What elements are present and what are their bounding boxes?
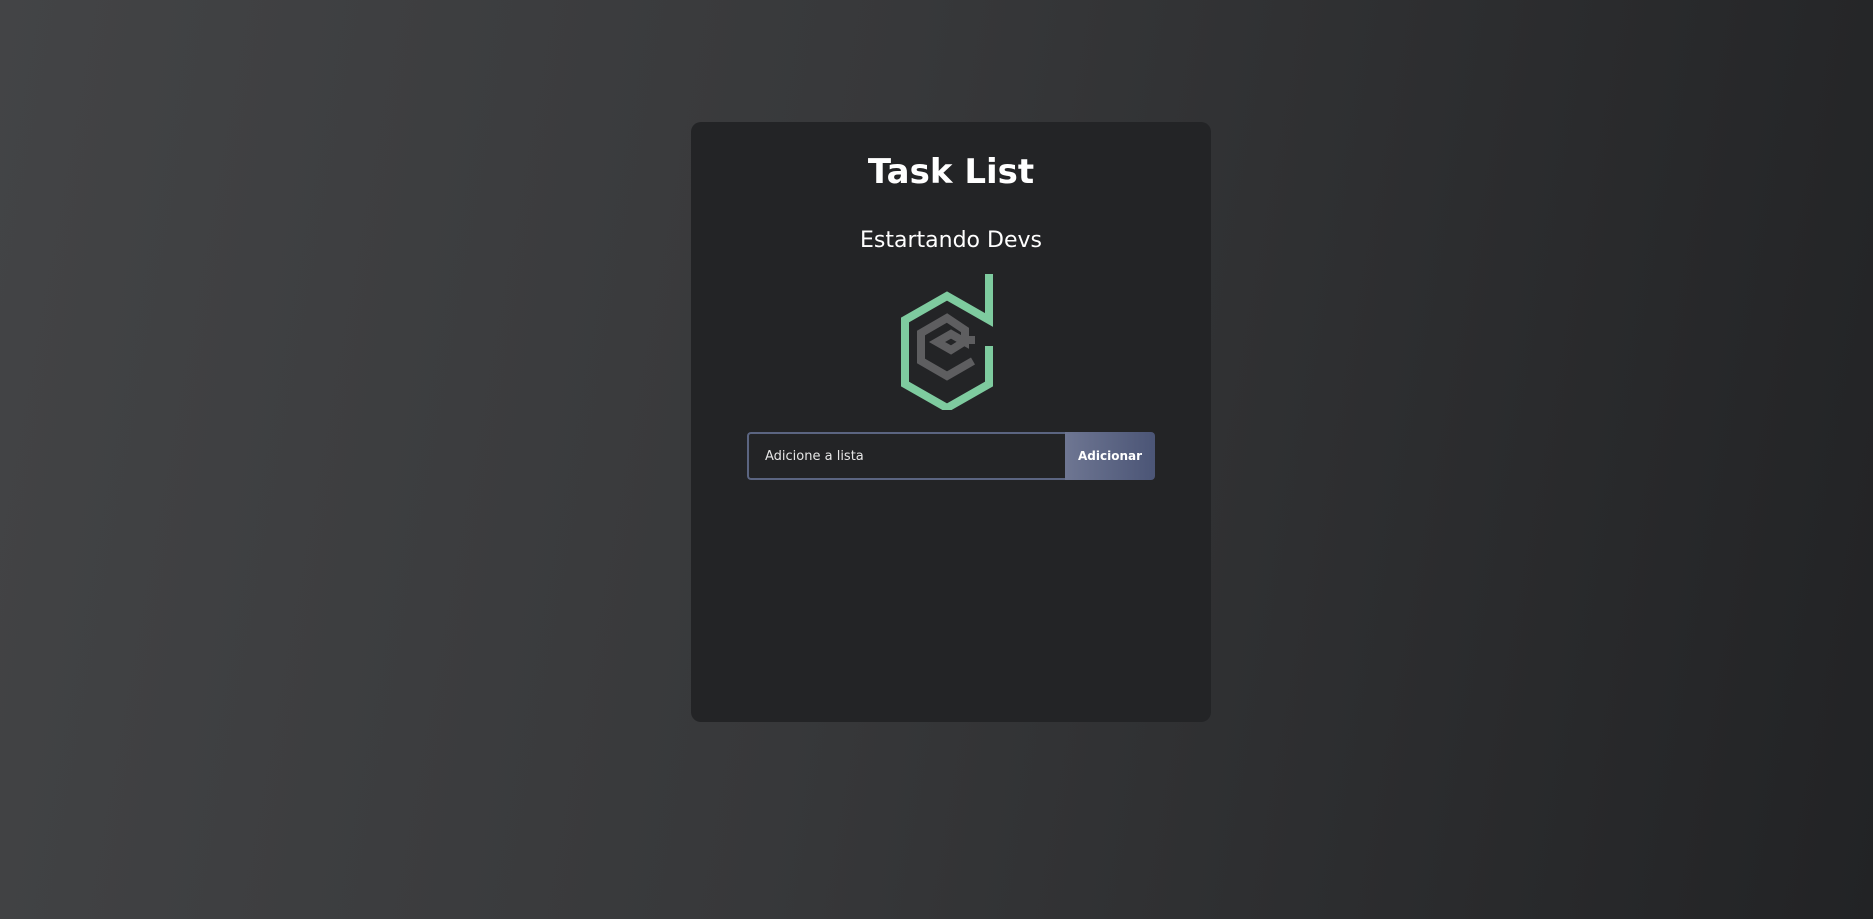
add-task-form: Adicionar: [747, 432, 1155, 480]
task-input[interactable]: [747, 432, 1065, 480]
page-subtitle: Estartando Devs: [860, 228, 1042, 253]
page-title: Task List: [867, 152, 1035, 192]
task-list-card: Task List Estartando Devs Adicionar: [691, 122, 1211, 722]
estartando-devs-logo-icon: [901, 274, 993, 410]
add-button[interactable]: Adicionar: [1065, 432, 1155, 480]
